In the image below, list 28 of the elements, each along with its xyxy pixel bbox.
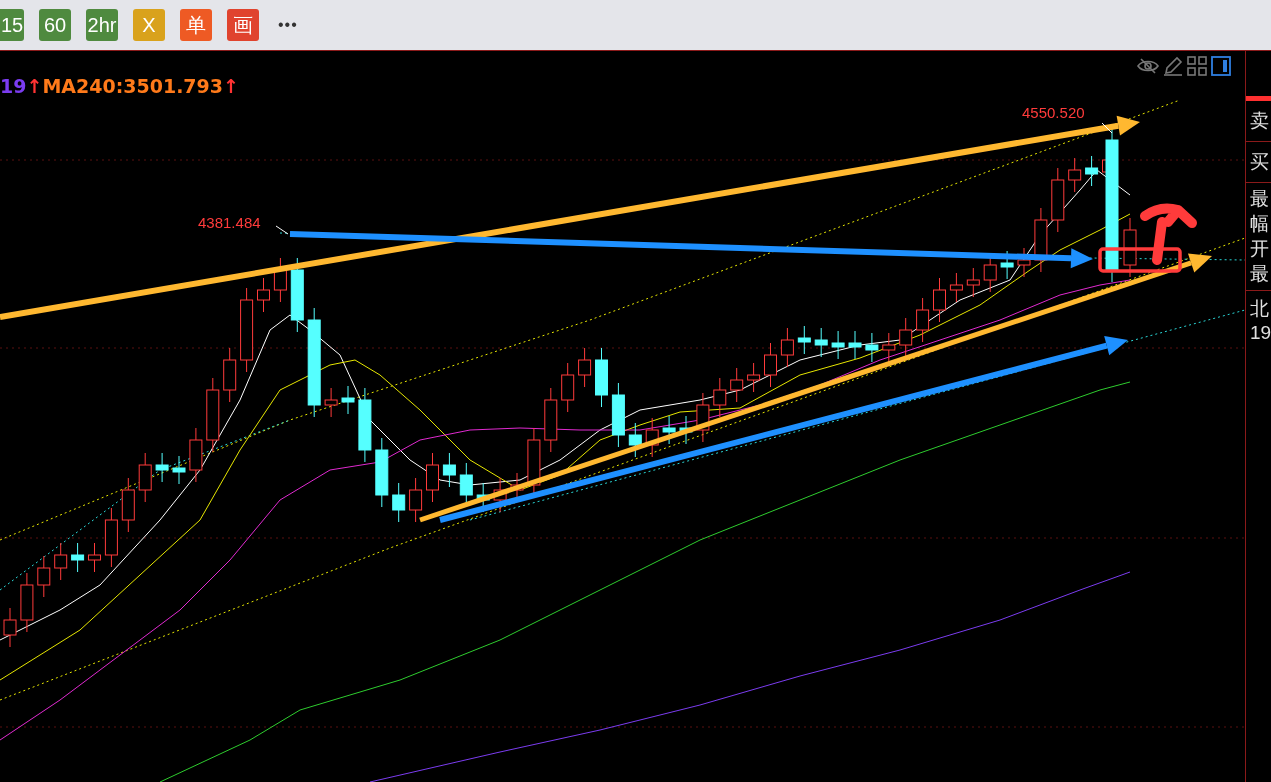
panel-toggle-icon[interactable] (1211, 56, 1231, 76)
panel-label: 买 (1249, 150, 1270, 174)
pencil-icon[interactable] (1163, 56, 1183, 76)
leader-line (275, 225, 289, 235)
panel-label: 北 (1249, 297, 1270, 321)
legend-text: ↑ (26, 77, 43, 96)
toolbar-button[interactable]: 60 (39, 9, 71, 41)
leader-line (1101, 122, 1113, 134)
panel-label: 幅 (1249, 212, 1270, 236)
panel-label: 最 (1249, 187, 1270, 211)
panel-label: 最 (1249, 262, 1270, 286)
toolbar-button[interactable]: 单 (180, 9, 212, 41)
price-label: 4381.484 (198, 215, 261, 230)
legend-text: ↑ (223, 77, 239, 96)
grid-icon[interactable] (1187, 56, 1207, 76)
toolbar-button[interactable]: 画 (227, 9, 259, 41)
eye-slash-icon[interactable] (1137, 57, 1159, 75)
toolbar-button[interactable]: 2hr (86, 9, 118, 41)
toolbar-button[interactable]: X (133, 9, 165, 41)
toolbar-button[interactable]: 15 (0, 9, 24, 41)
price-label: 4550.520 (1022, 105, 1085, 120)
panel-label: 卖 (1249, 109, 1270, 133)
panel-label: 19 (1249, 321, 1271, 345)
legend-text: MA240:3501.793 (42, 77, 223, 96)
legend-text: 19 (0, 77, 27, 96)
more-button[interactable]: ••• (274, 13, 302, 37)
indicator-bar (1246, 96, 1271, 101)
panel-label: 开 (1249, 237, 1270, 261)
